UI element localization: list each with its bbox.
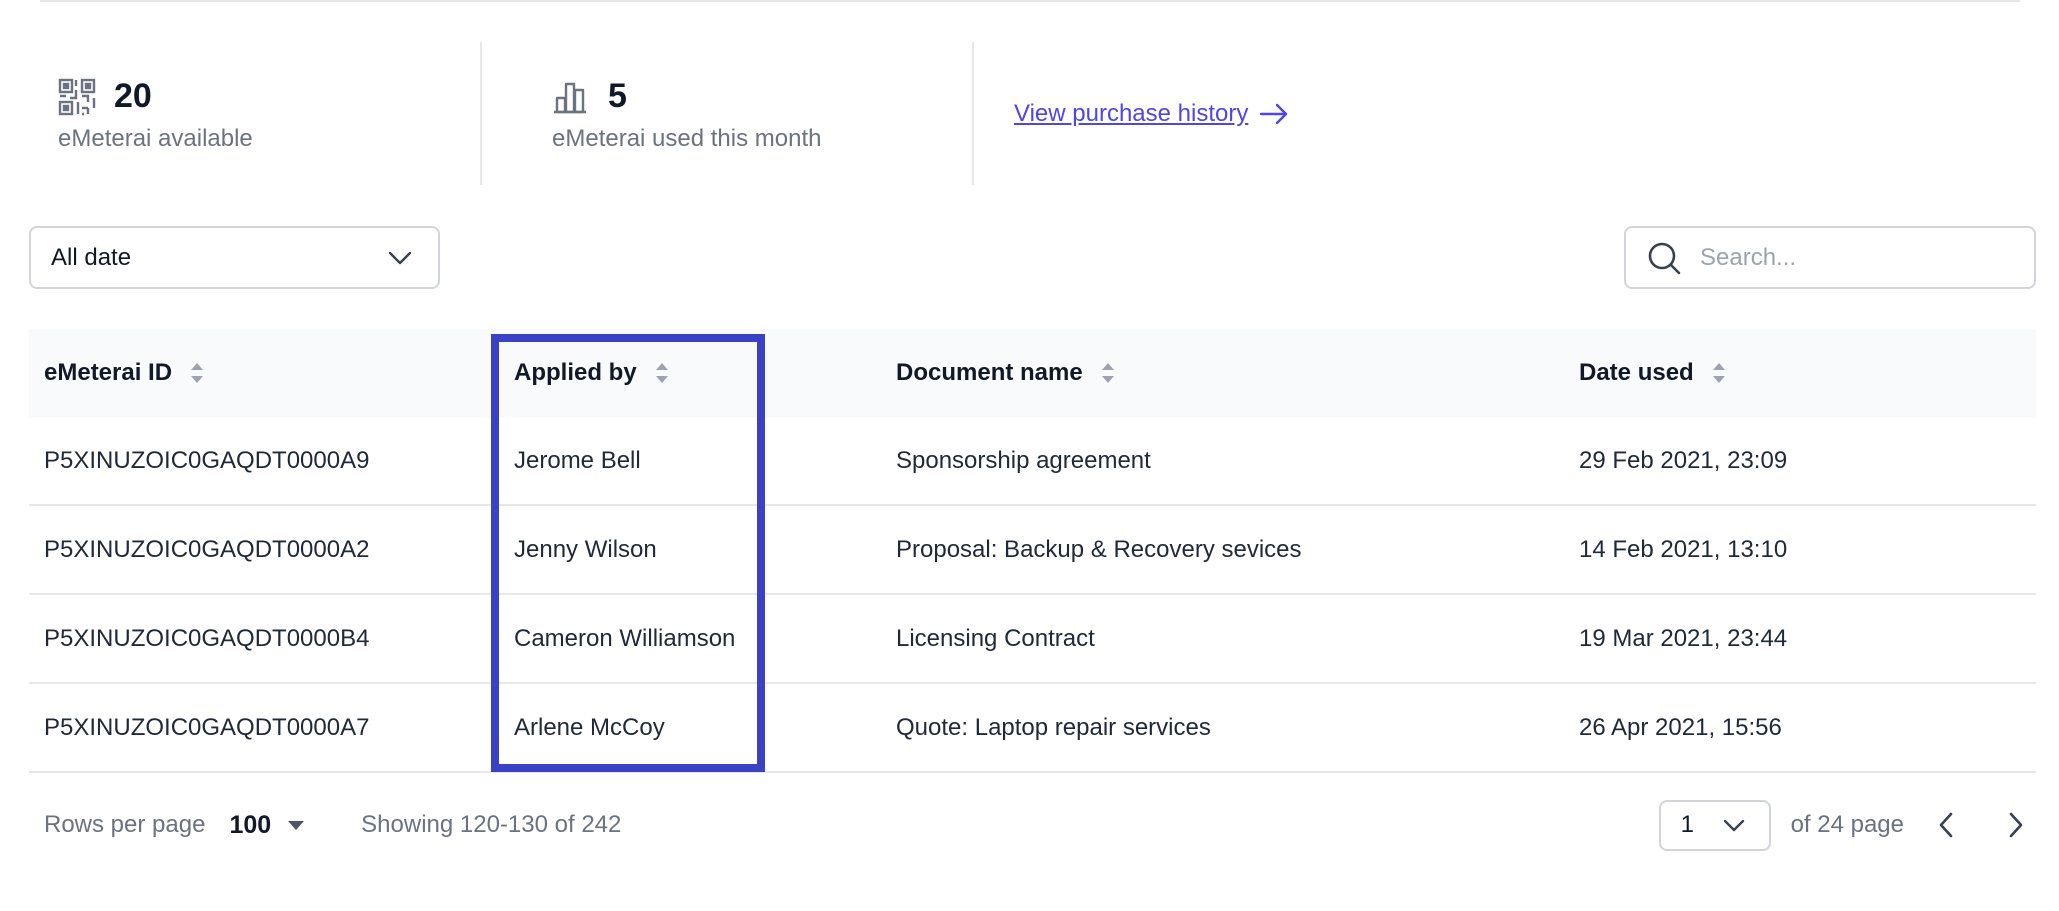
cell-date-used: 29 Feb 2021, 23:09: [1579, 446, 1788, 474]
cell-applied-by: Arlene McCoy: [514, 713, 665, 741]
date-filter-select[interactable]: All date: [29, 226, 440, 289]
column-header-emeterai-id[interactable]: eMeterai ID: [29, 359, 499, 387]
chevron-down-icon: [1723, 819, 1744, 831]
caret-down-icon: [288, 821, 305, 830]
cell-emeterai-id: P5XINUZOIC0GAQDT0000B4: [44, 624, 370, 652]
used-label: eMeterai used this month: [552, 124, 822, 152]
top-divider: [40, 0, 2020, 2]
cell-applied-by: Jenny Wilson: [514, 535, 657, 563]
cell-date-used: 14 Feb 2021, 13:10: [1579, 535, 1788, 563]
cell-document-name: Sponsorship agreement: [896, 446, 1151, 474]
page-number-value: 1: [1680, 811, 1694, 838]
search-icon: [1648, 242, 1681, 274]
qr-code-icon: [58, 78, 96, 116]
pagination-footer: Rows per page 100 Showing 120-130 of 242…: [29, 790, 2036, 860]
total-pages-text: of 24 page: [1790, 811, 1904, 838]
column-header-label: Date used: [1579, 359, 1694, 386]
column-header-date-used[interactable]: Date used: [1564, 359, 2036, 387]
cell-applied-by: Jerome Bell: [514, 446, 641, 474]
rows-per-page-label: Rows per page: [44, 811, 206, 838]
pager: 1 of 24 page: [1658, 799, 2036, 851]
used-count: 5: [608, 77, 627, 115]
chevron-left-icon: [1939, 812, 1953, 838]
rows-per-page-value: 100: [229, 810, 272, 839]
table-row[interactable]: P5XINUZOIC0GAQDT0000A9 Jerome Bell Spons…: [29, 417, 2036, 506]
sort-icon[interactable]: [1712, 361, 1726, 385]
search-field[interactable]: [1624, 226, 2036, 289]
search-input[interactable]: [1700, 243, 2020, 272]
table-row[interactable]: P5XINUZOIC0GAQDT0000A2 Jenny Wilson Prop…: [29, 506, 2036, 595]
cell-emeterai-id: P5XINUZOIC0GAQDT0000A7: [44, 713, 370, 741]
next-page-button[interactable]: [1996, 805, 2036, 845]
view-purchase-history-link[interactable]: View purchase history: [1014, 100, 1290, 128]
cell-date-used: 26 Apr 2021, 15:56: [1579, 713, 1782, 741]
cell-emeterai-id: P5XINUZOIC0GAQDT0000A9: [44, 446, 370, 474]
column-header-document-name[interactable]: Document name: [881, 359, 1564, 387]
column-header-applied-by[interactable]: Applied by: [499, 359, 881, 387]
stat-used: 5 eMeterai used this month: [480, 42, 972, 185]
sort-icon[interactable]: [655, 361, 669, 385]
date-filter-value: All date: [51, 243, 132, 271]
column-header-label: Applied by: [514, 359, 637, 386]
column-header-label: eMeterai ID: [44, 359, 173, 386]
cell-document-name: Proposal: Backup & Recovery sevices: [896, 535, 1302, 563]
cell-applied-by: Cameron Williamson: [514, 624, 736, 652]
available-count: 20: [114, 77, 152, 115]
showing-range-text: Showing 120-130 of 242: [361, 811, 622, 838]
cell-document-name: Quote: Laptop repair services: [896, 713, 1211, 741]
sort-icon[interactable]: [1101, 361, 1115, 385]
arrow-right-icon: [1260, 103, 1288, 124]
stat-history: View purchase history: [972, 42, 1290, 185]
stats-bar: 20 eMeterai available 5 eMeterai used th…: [58, 42, 1290, 185]
emeterai-table: eMeterai ID Applied by Document name Dat…: [29, 329, 2036, 773]
cell-emeterai-id: P5XINUZOIC0GAQDT0000A2: [44, 535, 370, 563]
page-number-select[interactable]: 1: [1658, 799, 1771, 851]
table-header: eMeterai ID Applied by Document name Dat…: [29, 329, 2036, 417]
rows-per-page-select[interactable]: 100: [229, 811, 305, 840]
history-link-label: View purchase history: [1014, 99, 1249, 127]
column-header-label: Document name: [896, 359, 1083, 386]
chevron-right-icon: [2009, 812, 2023, 838]
cell-document-name: Licensing Contract: [896, 624, 1095, 652]
cell-date-used: 19 Mar 2021, 23:44: [1579, 624, 1788, 652]
bar-chart-icon: [552, 78, 590, 116]
table-row[interactable]: P5XINUZOIC0GAQDT0000B4 Cameron Williamso…: [29, 595, 2036, 684]
stat-available: 20 eMeterai available: [58, 42, 480, 185]
chevron-down-icon: [388, 251, 412, 264]
table-row[interactable]: P5XINUZOIC0GAQDT0000A7 Arlene McCoy Quot…: [29, 684, 2036, 773]
available-label: eMeterai available: [58, 124, 253, 152]
previous-page-button[interactable]: [1926, 805, 1966, 845]
sort-icon[interactable]: [190, 361, 204, 385]
